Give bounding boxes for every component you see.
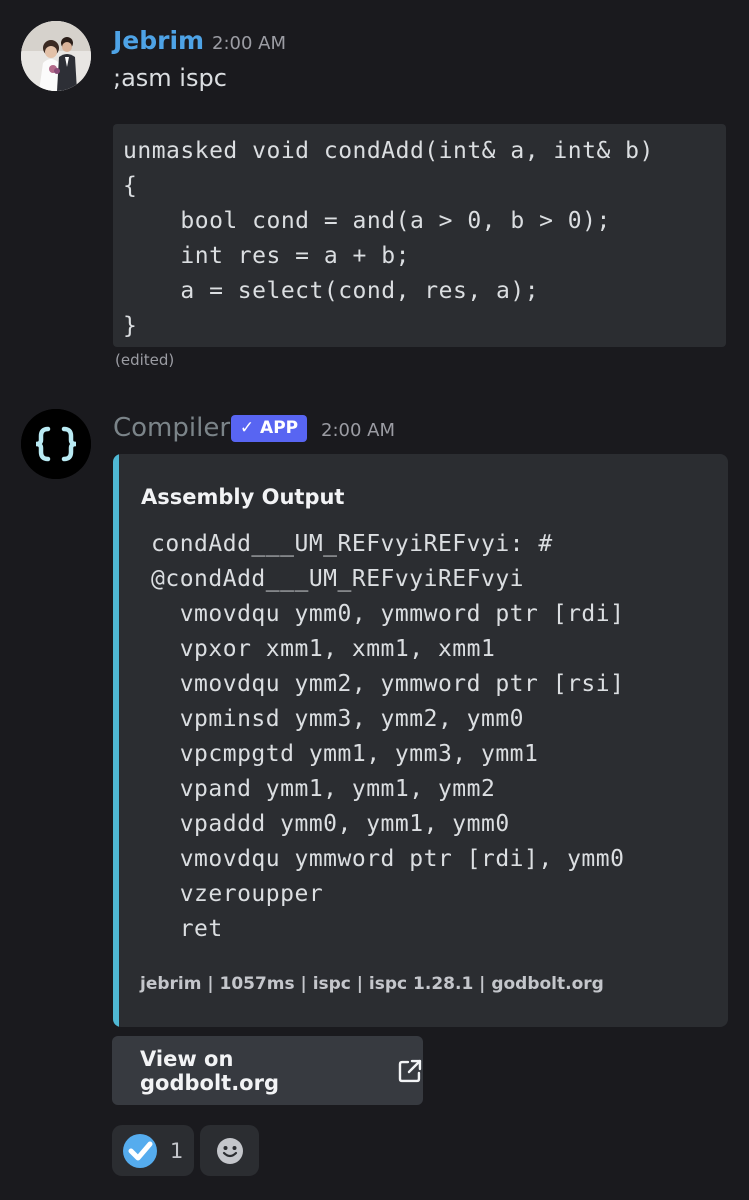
reaction-count: 1 [170,1138,184,1163]
code-line: int res = a + b; [123,243,410,269]
timestamp: 2:00 AM [212,33,286,54]
asm-line: vpxor xmm1, xmm1, xmm1 [151,636,496,662]
asm-line: vpand ymm1, ymm1, ymm2 [151,776,496,802]
asm-line: vpaddd ymm0, ymm1, ymm0 [151,811,510,837]
edited-label: (edited) [115,351,175,369]
code-line: { [123,173,138,199]
author-name[interactable]: Compiler [113,413,230,443]
view-button-label: View on godbolt.org [140,1046,279,1095]
embed-footer: jebrim | 1057ms | ispc | ispc 1.28.1 | g… [140,974,604,994]
bot-avatar[interactable] [21,409,91,479]
smiley-icon [216,1137,243,1164]
add-reaction-button[interactable] [200,1125,259,1176]
asm-line: vzeroupper [151,881,324,907]
braces-icon [21,409,91,479]
check-emoji-icon [123,1133,157,1168]
assembly-code-block: condAdd___UM_REFvyiREFvyi: # @condAdd___… [151,527,624,947]
code-block: unmasked void condAdd(int& a, int& b) { … [113,124,726,347]
asm-line: @condAdd___UM_REFvyiREFvyi [151,566,525,592]
asm-line: ret [151,916,223,942]
asm-line: vpminsd ymm3, ymm2, ymm0 [151,706,525,732]
external-link-icon [398,1059,422,1082]
app-badge: ✓ APP [231,415,307,442]
code-line: unmasked void condAdd(int& a, int& b) [123,138,654,164]
code-line: } [123,313,138,339]
code-line: a = select(cond, res, a); [123,278,540,304]
asm-line: vmovdqu ymmword ptr [rdi], ymm0 [151,846,625,872]
asm-line: vpcmpgtd ymm1, ymm3, ymm1 [151,741,539,767]
asm-line: vmovdqu ymm0, ymmword ptr [rdi] [151,601,625,627]
asm-line: vmovdqu ymm2, ymmword ptr [rsi] [151,671,625,697]
embed-accent-bar [113,454,119,1027]
user-avatar[interactable] [21,21,91,91]
code-line: bool cond = and(a > 0, b > 0); [123,208,611,234]
embed: Assembly Output condAdd___UM_REFvyiREFvy… [113,454,728,1027]
timestamp: 2:00 AM [321,420,395,441]
asm-line: condAdd___UM_REFvyiREFvyi: # [151,531,553,557]
message-text: ;asm ispc [113,64,227,92]
author-name[interactable]: Jebrim [113,26,204,55]
view-on-godbolt-button[interactable]: View on godbolt.org [112,1036,423,1105]
embed-title: Assembly Output [141,485,345,509]
reaction-check[interactable]: 1 [112,1125,194,1176]
